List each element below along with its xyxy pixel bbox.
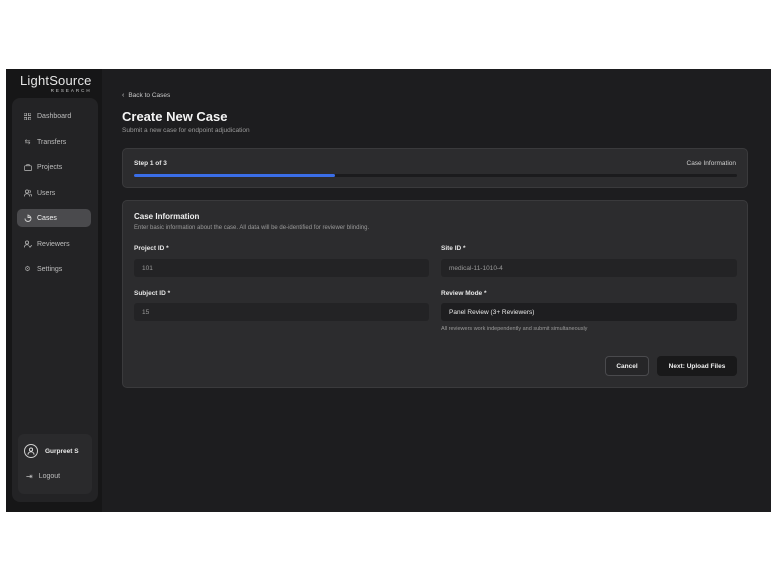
case-icon — [23, 214, 32, 223]
chevron-left-icon: ‹ — [122, 92, 125, 99]
cancel-button[interactable]: Cancel — [605, 356, 649, 376]
site-id-label: Site ID * — [441, 245, 466, 252]
sidebar-item-reviewers[interactable]: Reviewers — [17, 235, 91, 253]
sidebar-item-label: Cases — [37, 214, 57, 222]
back-link[interactable]: ‹ Back to Cases — [122, 92, 170, 99]
briefcase-icon — [23, 163, 32, 172]
next-upload-files-button[interactable]: Next: Upload Files — [657, 356, 737, 376]
case-form: Case Information Enter basic information… — [122, 200, 748, 388]
subject-id-label: Subject ID * — [134, 290, 171, 297]
sidebar-item-users[interactable]: Users — [17, 184, 91, 202]
brand-name: LightSource — [20, 73, 92, 88]
app-window: LightSource RESEARCH Dashboard ⇆ Transfe… — [6, 69, 771, 512]
page-title: Create New Case — [122, 109, 228, 124]
sidebar-item-projects[interactable]: Projects — [17, 158, 91, 176]
project-id-label: Project ID * — [134, 245, 169, 252]
sidebar-item-label: Transfers — [37, 138, 67, 146]
user-name: Gurpreet S — [45, 447, 79, 455]
sidebar-item-settings[interactable]: ⚙ Settings — [17, 260, 91, 278]
main-content: ‹ Back to Cases Create New Case Submit a… — [102, 69, 771, 512]
step-label: Step 1 of 3 — [134, 160, 167, 167]
step-name: Case Information — [686, 160, 737, 167]
sidebar-item-label: Users — [37, 189, 56, 197]
sidebar-item-transfers[interactable]: ⇆ Transfers — [17, 133, 91, 151]
form-description: Enter basic information about the case. … — [134, 225, 370, 231]
reviewer-icon — [23, 240, 32, 249]
progress-bar — [134, 174, 737, 177]
users-icon — [23, 189, 32, 198]
step-indicator: Step 1 of 3 Case Information — [122, 148, 748, 188]
site-id-field[interactable]: medical-11-1010-4 — [441, 259, 737, 277]
back-label: Back to Cases — [128, 92, 171, 99]
nav-panel: Dashboard ⇆ Transfers Projects Users Cas… — [12, 98, 98, 502]
sidebar-item-label: Dashboard — [37, 112, 72, 120]
transfer-icon: ⇆ — [24, 139, 31, 146]
form-title: Case Information — [134, 212, 200, 221]
progress-fill — [134, 174, 335, 177]
user-profile[interactable]: Gurpreet S — [24, 444, 79, 458]
logout-button[interactable]: ⇥ Logout — [26, 472, 60, 481]
avatar — [24, 444, 38, 458]
sidebar-item-cases[interactable]: Cases — [17, 209, 91, 227]
user-card: Gurpreet S ⇥ Logout — [18, 434, 92, 494]
review-mode-select[interactable]: Panel Review (3+ Reviewers) — [441, 303, 737, 321]
sidebar-item-dashboard[interactable]: Dashboard — [17, 107, 91, 125]
sidebar-item-label: Reviewers — [37, 240, 70, 248]
project-id-field[interactable]: 101 — [134, 259, 429, 277]
logout-label: Logout — [38, 473, 61, 480]
logout-icon: ⇥ — [26, 472, 33, 481]
review-mode-hint: All reviewers work independently and sub… — [441, 326, 588, 332]
user-icon — [27, 447, 35, 455]
gear-icon: ⚙ — [24, 266, 31, 273]
brand-logo: LightSource RESEARCH — [20, 73, 92, 94]
sidebar-item-label: Projects — [37, 163, 63, 171]
brand-tagline: RESEARCH — [50, 88, 92, 93]
sidebar-item-label: Settings — [37, 265, 63, 273]
grid-icon — [23, 112, 32, 121]
subject-id-field[interactable]: 15 — [134, 303, 429, 321]
page-subtitle: Submit a new case for endpoint adjudicat… — [122, 127, 250, 134]
review-mode-label: Review Mode * — [441, 290, 487, 297]
sidebar: LightSource RESEARCH Dashboard ⇆ Transfe… — [6, 69, 102, 512]
